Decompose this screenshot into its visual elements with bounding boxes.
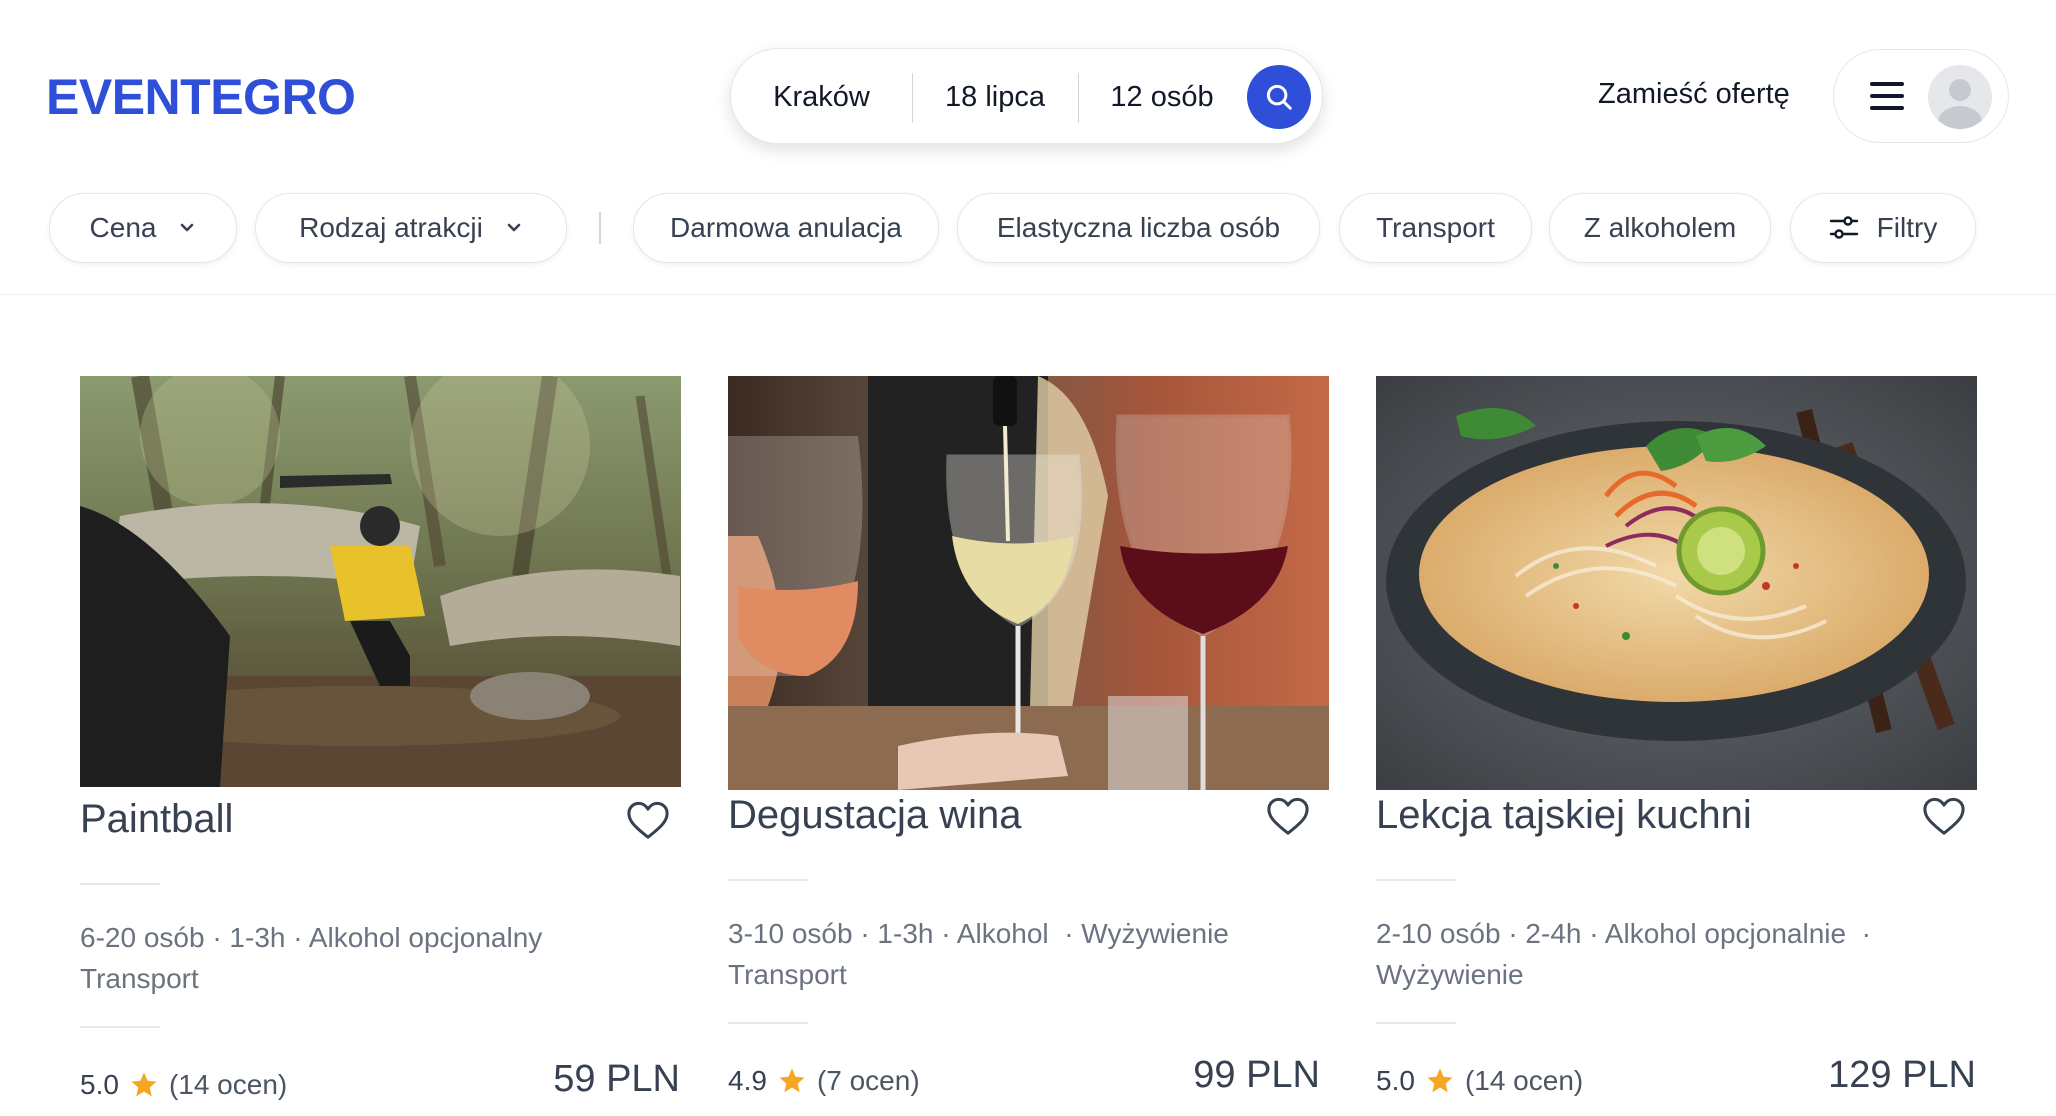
listing-rating: 5.0 (14 ocen)	[1376, 1065, 1583, 1097]
heart-icon[interactable]	[625, 799, 671, 841]
listing-image-thai-cooking[interactable]	[1376, 376, 1977, 790]
filter-price-label: Cena	[89, 212, 157, 243]
search-guests[interactable]: 12 osób	[1078, 49, 1246, 145]
listing-features-line: Transport	[728, 959, 847, 990]
listing-features-line: 6-20 osób · 1-3h · Alkohol opcjonalny	[80, 922, 543, 953]
listing-features-line: 2-10 osób · 2-4h · Alkohol opcjonalnie ·	[1376, 918, 1871, 949]
filter-flexible-group[interactable]: Elastyczna liczba osób	[957, 193, 1320, 263]
sliders-icon	[1829, 216, 1858, 239]
brand-logo[interactable]: EVENTEGRO	[46, 68, 356, 126]
filter-price[interactable]: Cena	[49, 193, 237, 263]
filter-attraction-type[interactable]: Rodzaj atrakcji	[255, 193, 567, 263]
header-divider	[0, 294, 2056, 295]
listing-features: 3-10 osób · 1-3h · Alkohol · Wyżywienie …	[728, 913, 1288, 995]
listing-features: 2-10 osób · 2-4h · Alkohol opcjonalnie ·…	[1376, 913, 1936, 995]
listing-image-wine-tasting[interactable]	[728, 376, 1329, 790]
search-date[interactable]: 18 lipca	[912, 49, 1078, 145]
listing-rating: 4.9 (7 ocen)	[728, 1065, 920, 1097]
user-menu-button[interactable]	[1833, 49, 2009, 143]
chevron-down-icon	[507, 223, 521, 232]
filter-with-alcohol[interactable]: Z alkoholem	[1549, 193, 1771, 263]
hamburger-icon	[1870, 82, 1904, 110]
divider	[80, 1026, 160, 1028]
filter-more-label: Filtry	[1876, 212, 1938, 243]
chevron-down-icon	[181, 223, 194, 232]
star-icon	[131, 1072, 157, 1097]
search-bar[interactable]: Kraków 18 lipca 12 osób	[730, 48, 1323, 144]
review-count: (14 ocen)	[168, 1069, 288, 1100]
search-button[interactable]	[1247, 65, 1311, 129]
search-location[interactable]: Kraków	[731, 49, 912, 145]
rating-score: 4.9	[728, 1065, 767, 1096]
user-avatar-icon	[1928, 65, 1992, 129]
filter-more-button[interactable]: Filtry	[1790, 193, 1976, 263]
divider	[728, 879, 808, 881]
divider	[80, 883, 160, 885]
listing-title[interactable]: Degustacja wina	[728, 793, 1022, 838]
listing-price: 59 PLN	[553, 1058, 680, 1100]
filter-transport[interactable]: Transport	[1339, 193, 1532, 263]
heart-icon[interactable]	[1921, 795, 1967, 837]
listing-features-line: Transport	[80, 963, 199, 994]
listing-price: 99 PLN	[1193, 1054, 1320, 1096]
divider	[1376, 1022, 1456, 1024]
listing-rating: 5.0 (14 ocen)	[80, 1069, 287, 1101]
listing-features-line: 3-10 osób · 1-3h · Alkohol · Wyżywienie	[728, 918, 1229, 949]
listing-title[interactable]: Paintball	[80, 797, 233, 842]
listing-features-line: Wyżywienie	[1376, 959, 1524, 990]
divider	[728, 1022, 808, 1024]
listing-image-paintball[interactable]	[80, 376, 681, 787]
filter-attraction-type-label: Rodzaj atrakcji	[299, 212, 483, 243]
listing-price: 129 PLN	[1828, 1054, 1976, 1096]
star-icon	[1427, 1068, 1453, 1093]
rating-score: 5.0	[80, 1069, 119, 1100]
review-count: (7 ocen)	[816, 1065, 920, 1096]
search-icon	[1266, 84, 1292, 110]
heart-icon[interactable]	[1265, 795, 1311, 837]
rating-score: 5.0	[1376, 1065, 1415, 1096]
filter-divider	[599, 212, 601, 244]
divider	[1376, 879, 1456, 881]
filter-free-cancellation[interactable]: Darmowa anulacja	[633, 193, 939, 263]
listing-title[interactable]: Lekcja tajskiej kuchni	[1376, 793, 1752, 838]
review-count: (14 ocen)	[1464, 1065, 1584, 1096]
post-offer-link[interactable]: Zamieść ofertę	[1598, 78, 1790, 111]
listing-features: 6-20 osób · 1-3h · Alkohol opcjonalny Tr…	[80, 917, 640, 999]
star-icon	[779, 1068, 805, 1093]
